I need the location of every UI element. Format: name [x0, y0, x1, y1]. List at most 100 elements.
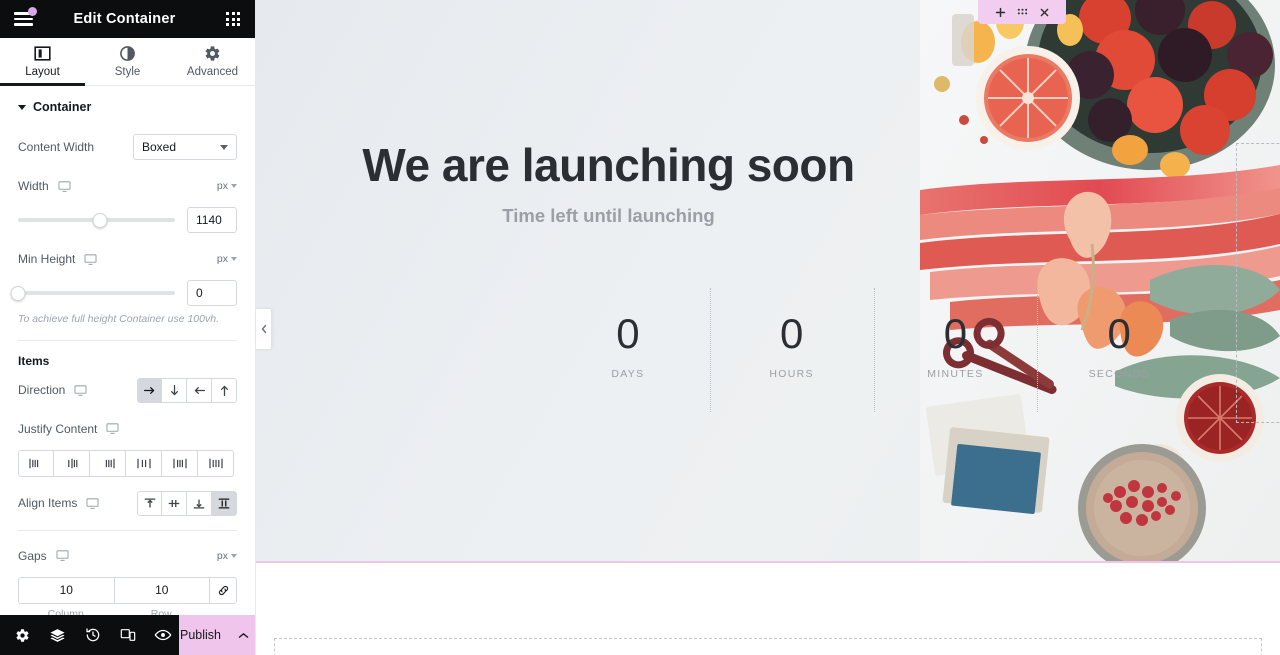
justify-end-button[interactable] — [90, 449, 126, 477]
panel-divider — [18, 339, 237, 341]
justify-start-button[interactable] — [18, 449, 54, 477]
panel-body: Container Content Width Boxed Width px 1… — [0, 86, 255, 615]
direction-column-reverse-button[interactable] — [212, 377, 237, 403]
editor-panel: Edit Container Layout Style Advanced Con… — [0, 0, 256, 655]
content-width-label: Content Width — [18, 140, 95, 154]
direction-button-group — [137, 377, 237, 403]
panel-divider-2 — [18, 529, 237, 531]
min-height-slider-track — [18, 291, 175, 295]
align-stretch-button[interactable] — [212, 490, 237, 516]
countdown-hours-label: HOURS — [769, 367, 814, 380]
close-x-icon[interactable] — [1039, 7, 1050, 18]
direction-row-reverse-button[interactable] — [187, 377, 212, 403]
gap-column-caption: Column — [47, 607, 84, 615]
align-end-button[interactable] — [187, 490, 212, 516]
gaps-unit-selector[interactable]: px — [217, 550, 237, 562]
empty-container-outline[interactable] — [274, 638, 1262, 655]
tab-advanced[interactable]: Advanced — [170, 38, 255, 85]
content-width-select[interactable]: Boxed — [133, 134, 237, 160]
panel-header: Edit Container — [0, 0, 255, 38]
panel-tabs: Layout Style Advanced — [0, 38, 255, 86]
tab-style[interactable]: Style — [85, 38, 170, 85]
countdown-seconds-value: 0 — [1107, 309, 1131, 357]
desktop-icon[interactable] — [84, 253, 97, 266]
control-align-items: Align Items — [0, 490, 255, 516]
tab-layout-label: Layout — [25, 66, 60, 78]
desktop-icon[interactable] — [56, 549, 69, 562]
min-height-input[interactable] — [187, 280, 237, 306]
justify-space-evenly-button[interactable] — [198, 449, 234, 477]
direction-column-button[interactable] — [162, 377, 187, 403]
direction-row-button[interactable] — [137, 377, 162, 403]
countdown-minutes-value: 0 — [943, 309, 968, 357]
fruit-flatlay-photo[interactable] — [920, 0, 1280, 561]
history-icon[interactable] — [76, 615, 109, 655]
countdown-widget[interactable]: 0 DAYS 0 HOURS 0 MINUTES 0 SECONDS — [546, 288, 1201, 412]
chevron-down-icon — [231, 184, 237, 188]
link-icon[interactable] — [209, 576, 237, 604]
gap-column-input[interactable]: 10 — [18, 576, 114, 604]
desktop-icon[interactable] — [106, 422, 119, 435]
align-center-button[interactable] — [162, 490, 187, 516]
control-gaps: Gaps px 10 10 Column Row — [0, 544, 255, 615]
gaps-unit-value: px — [216, 549, 228, 562]
panel-title: Edit Container — [73, 11, 176, 27]
preview-eye-icon[interactable] — [146, 615, 179, 655]
desktop-icon[interactable] — [74, 384, 87, 397]
editor-canvas: We are launching soon Time left until la… — [256, 0, 1280, 655]
responsive-mode-icon[interactable] — [111, 615, 144, 655]
width-slider-handle[interactable] — [92, 212, 108, 228]
countdown-cell-hours: 0 HOURS — [709, 288, 874, 412]
width-slider[interactable] — [18, 212, 175, 228]
page-subtitle[interactable]: Time left until launching — [256, 205, 961, 227]
chevron-left-icon — [260, 324, 268, 334]
countdown-cell-seconds: 0 SECONDS — [1037, 288, 1201, 412]
chevron-up-icon[interactable] — [237, 629, 250, 642]
min-height-slider[interactable] — [10, 285, 175, 301]
next-section-placeholder[interactable] — [256, 565, 1280, 655]
desktop-icon[interactable] — [58, 180, 71, 193]
content-width-value: Boxed — [142, 140, 177, 154]
min-height-hint: To achieve full height Container use 100… — [18, 313, 219, 325]
settings-gear-icon[interactable] — [6, 615, 39, 655]
min-height-slider-handle[interactable] — [10, 285, 26, 301]
countdown-cell-minutes: 0 MINUTES — [873, 288, 1038, 412]
width-unit-value: px — [216, 180, 228, 192]
gap-row-input[interactable]: 10 — [113, 576, 209, 604]
justify-space-around-button[interactable] — [162, 449, 198, 477]
page-title[interactable]: We are launching soon — [256, 138, 961, 192]
justify-content-button-group — [18, 449, 237, 477]
countdown-seconds-label: SECONDS — [1088, 367, 1150, 380]
justify-space-between-button[interactable] — [126, 449, 162, 477]
width-input[interactable] — [187, 207, 237, 233]
desktop-icon[interactable] — [86, 497, 99, 510]
section-container-header[interactable]: Container — [0, 86, 255, 120]
panel-collapse-toggle[interactable] — [256, 308, 272, 350]
hamburger-menu-icon[interactable] — [0, 0, 46, 38]
chevron-down-icon — [231, 257, 237, 261]
grid-apps-icon[interactable] — [211, 0, 255, 38]
plus-icon[interactable] — [995, 7, 1006, 18]
countdown-minutes-label: MINUTES — [927, 367, 984, 380]
align-start-button[interactable] — [137, 490, 162, 516]
caret-down-icon — [18, 104, 26, 110]
chevron-down-icon — [220, 144, 228, 150]
layers-navigator-icon[interactable] — [41, 615, 74, 655]
publish-button[interactable]: Publish — [179, 615, 255, 655]
countdown-cell-days: 0 DAYS — [546, 292, 710, 400]
min-height-unit-value: px — [216, 253, 228, 265]
drag-dots-icon[interactable] — [1017, 7, 1028, 18]
width-unit-selector[interactable]: px — [217, 180, 237, 192]
countdown-days-value: 0 — [616, 309, 640, 357]
align-items-label: Align Items — [18, 496, 78, 511]
gap-row-caption: Row — [150, 607, 172, 615]
element-floating-toolbar — [978, 0, 1066, 24]
countdown-hours-value: 0 — [779, 309, 804, 357]
justify-center-button[interactable] — [54, 449, 90, 477]
hero-container[interactable]: We are launching soon Time left until la… — [256, 0, 1280, 563]
control-justify-content: Justify Content — [0, 417, 255, 477]
publish-label: Publish — [180, 628, 221, 642]
min-height-unit-selector[interactable]: px — [217, 253, 237, 265]
control-direction: Direction — [0, 377, 255, 403]
tab-layout[interactable]: Layout — [0, 38, 85, 86]
